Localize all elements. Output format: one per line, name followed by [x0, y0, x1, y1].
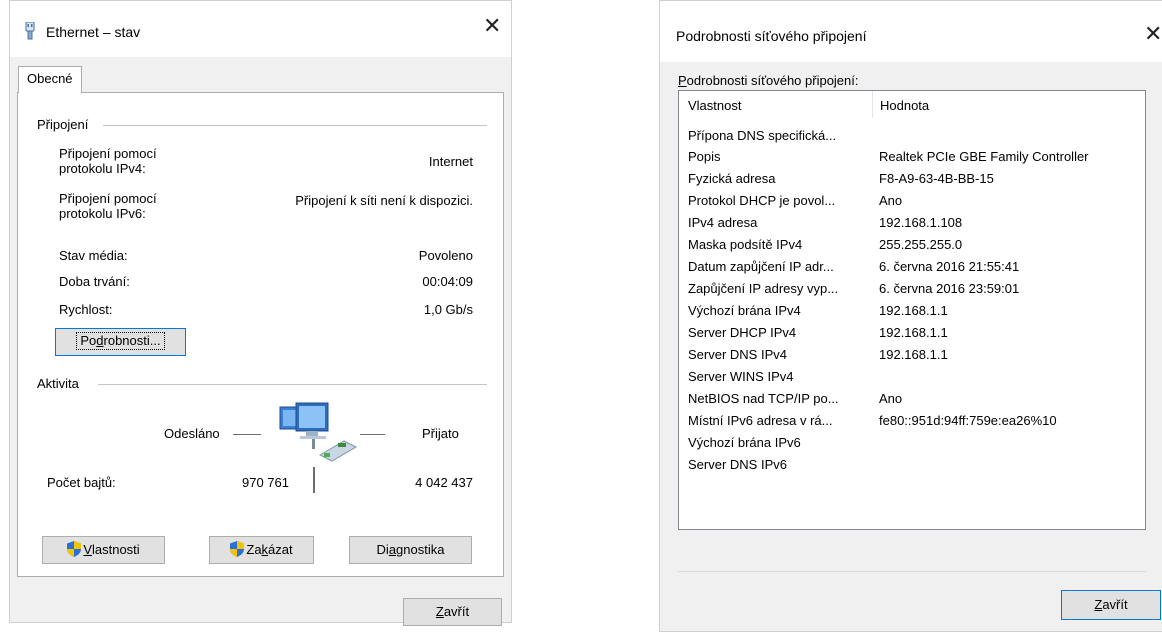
list-row[interactable]: Server DNS IPv4 192.168.1.1	[688, 344, 1145, 366]
dialog-title: Ethernet – stav	[46, 24, 141, 40]
details-list-label: Podrobnosti síťového připojení:	[678, 73, 859, 88]
ethernet-status-dialog: Ethernet – stav ✕ Obecné Připojení Připo…	[9, 0, 512, 626]
divider	[103, 125, 487, 126]
list-header: Vlastnost Hodnota	[679, 91, 1145, 118]
value-cell: 192.168.1.108	[879, 215, 963, 230]
property-cell: Přípona DNS specifická...	[688, 128, 837, 143]
divider	[98, 384, 487, 385]
list-row[interactable]: Výchozí brána IPv6	[688, 432, 1145, 454]
close-icon[interactable]: ✕	[483, 15, 501, 37]
speed-value: 1,0 Gb/s	[423, 302, 473, 317]
list-row[interactable]: Přípona DNS specifická...	[688, 125, 1145, 147]
details-list[interactable]: Vlastnost Hodnota Přípona DNS specifická…	[678, 90, 1146, 530]
close-button[interactable]: Zavřít	[1061, 590, 1161, 620]
value-cell: Ano	[879, 391, 903, 406]
bytes-label: Počet bajtů:	[47, 475, 116, 490]
list-row[interactable]: Popis Realtek PCIe GBE Family Controller	[688, 146, 1145, 168]
title-bar: Ethernet – stav ✕	[10, 1, 511, 57]
value-cell: F8-A9-63-4B-BB-15	[879, 171, 994, 186]
divider	[678, 571, 1146, 572]
list-row[interactable]: Server DNS IPv6	[688, 454, 1145, 476]
value-cell: 192.168.1.1	[879, 325, 948, 340]
ipv6-label: Připojení pomocí protokolu IPv6:	[59, 191, 157, 221]
list-row[interactable]: IPv4 adresa 192.168.1.108	[688, 212, 1145, 234]
tab-general[interactable]: Obecné	[18, 66, 82, 93]
property-cell: IPv4 adresa	[688, 215, 758, 230]
title-bar: Podrobnosti síťového připojení ✕	[660, 1, 1162, 62]
sent-line	[233, 434, 261, 435]
connection-details-dialog: Podrobnosti síťového připojení ✕ Podrobn…	[659, 0, 1162, 632]
activity-group-label: Aktivita	[37, 376, 79, 391]
speed-label: Rychlost:	[59, 302, 113, 317]
property-cell: Fyzická adresa	[688, 171, 776, 186]
dialog-title: Podrobnosti síťového připojení	[676, 28, 867, 44]
duration-value: 00:04:09	[422, 274, 473, 289]
network-adapter-icon	[25, 22, 35, 40]
uac-shield-icon	[230, 541, 245, 557]
bytes-sent-value: 970 761	[242, 475, 289, 490]
network-computers-icon	[279, 402, 358, 462]
property-cell: Zapůjčení IP adresy vyp...	[688, 281, 839, 296]
list-row[interactable]: NetBIOS nad TCP/IP po... Ano	[688, 388, 1145, 410]
value-cell: Realtek PCIe GBE Family Controller	[879, 149, 1089, 164]
list-row[interactable]: Zapůjčení IP adresy vyp... 6. června 2016…	[688, 278, 1145, 300]
column-header-property[interactable]: Vlastnost	[688, 98, 741, 113]
list-row[interactable]: Server DHCP IPv4 192.168.1.1	[688, 322, 1145, 344]
duration-label: Doba trvání:	[59, 274, 130, 289]
media-state-label: Stav média:	[59, 248, 128, 263]
list-row[interactable]: Server WINS IPv4	[688, 366, 1145, 388]
list-row[interactable]: Výchozí brána IPv4 192.168.1.1	[688, 300, 1145, 322]
disable-button[interactable]: Zakázat	[209, 536, 314, 564]
property-cell: NetBIOS nad TCP/IP po...	[688, 391, 839, 406]
column-header-value[interactable]: Hodnota	[880, 98, 929, 113]
close-button[interactable]: Zavřít	[403, 598, 502, 626]
value-cell: 6. června 2016 21:55:41	[879, 259, 1020, 274]
value-cell: 192.168.1.1	[879, 347, 948, 362]
ipv6-value: Připojení k síti není k dispozici.	[295, 193, 473, 208]
value-cell: 192.168.1.1	[879, 303, 948, 318]
ipv4-label: Připojení pomocí protokolu IPv4:	[59, 146, 157, 176]
list-row[interactable]: Protokol DHCP je povol... Ano	[688, 190, 1145, 212]
bytes-received-value: 4 042 437	[415, 475, 473, 490]
property-cell: Server DNS IPv4	[688, 347, 787, 362]
sent-label: Odesláno	[164, 426, 220, 441]
property-cell: Server DNS IPv6	[688, 457, 787, 472]
value-cell: fe80::951d:94ff:759e:ea26%10	[879, 413, 1057, 428]
property-cell: Výchozí brána IPv6	[688, 435, 801, 450]
uac-shield-icon	[67, 541, 82, 557]
received-label: Přijato	[422, 426, 459, 441]
list-row[interactable]: Datum zapůjčení IP adr... 6. června 2016 …	[688, 256, 1145, 278]
value-cell: 6. června 2016 23:59:01	[879, 281, 1020, 296]
property-cell: Místní IPv6 adresa v rá...	[688, 413, 833, 428]
property-cell: Datum zapůjčení IP adr...	[688, 259, 834, 274]
ipv4-value: Internet	[428, 154, 473, 169]
property-cell: Server DHCP IPv4	[688, 325, 797, 340]
value-cell: Ano	[879, 193, 903, 208]
close-icon[interactable]: ✕	[1144, 23, 1162, 45]
connection-group-label: Připojení	[37, 117, 89, 132]
bytes-divider	[313, 467, 315, 493]
list-row[interactable]: Místní IPv6 adresa v rá... fe80::951d:94f…	[688, 410, 1145, 432]
column-separator[interactable]	[872, 91, 873, 118]
list-row[interactable]: Maska podsítě IPv4 255.255.255.0	[688, 234, 1145, 256]
property-cell: Protokol DHCP je povol...	[688, 193, 836, 208]
property-cell: Server WINS IPv4	[688, 369, 794, 384]
list-row[interactable]: Fyzická adresa F8-A9-63-4B-BB-15	[688, 168, 1145, 190]
value-cell: 255.255.255.0	[879, 237, 963, 252]
details-button[interactable]: Podrobnosti...	[55, 328, 186, 356]
received-line	[360, 434, 385, 435]
properties-button[interactable]: Vlastnosti	[42, 536, 165, 564]
property-cell: Výchozí brána IPv4	[688, 303, 801, 318]
diagnose-button[interactable]: Diagnostika	[349, 536, 472, 564]
property-cell: Popis	[688, 149, 721, 164]
media-state-value: Povoleno	[418, 248, 473, 263]
tab-panel: Připojení Připojení pomocí protokolu IPv4…	[17, 92, 504, 577]
property-cell: Maska podsítě IPv4	[688, 237, 803, 252]
